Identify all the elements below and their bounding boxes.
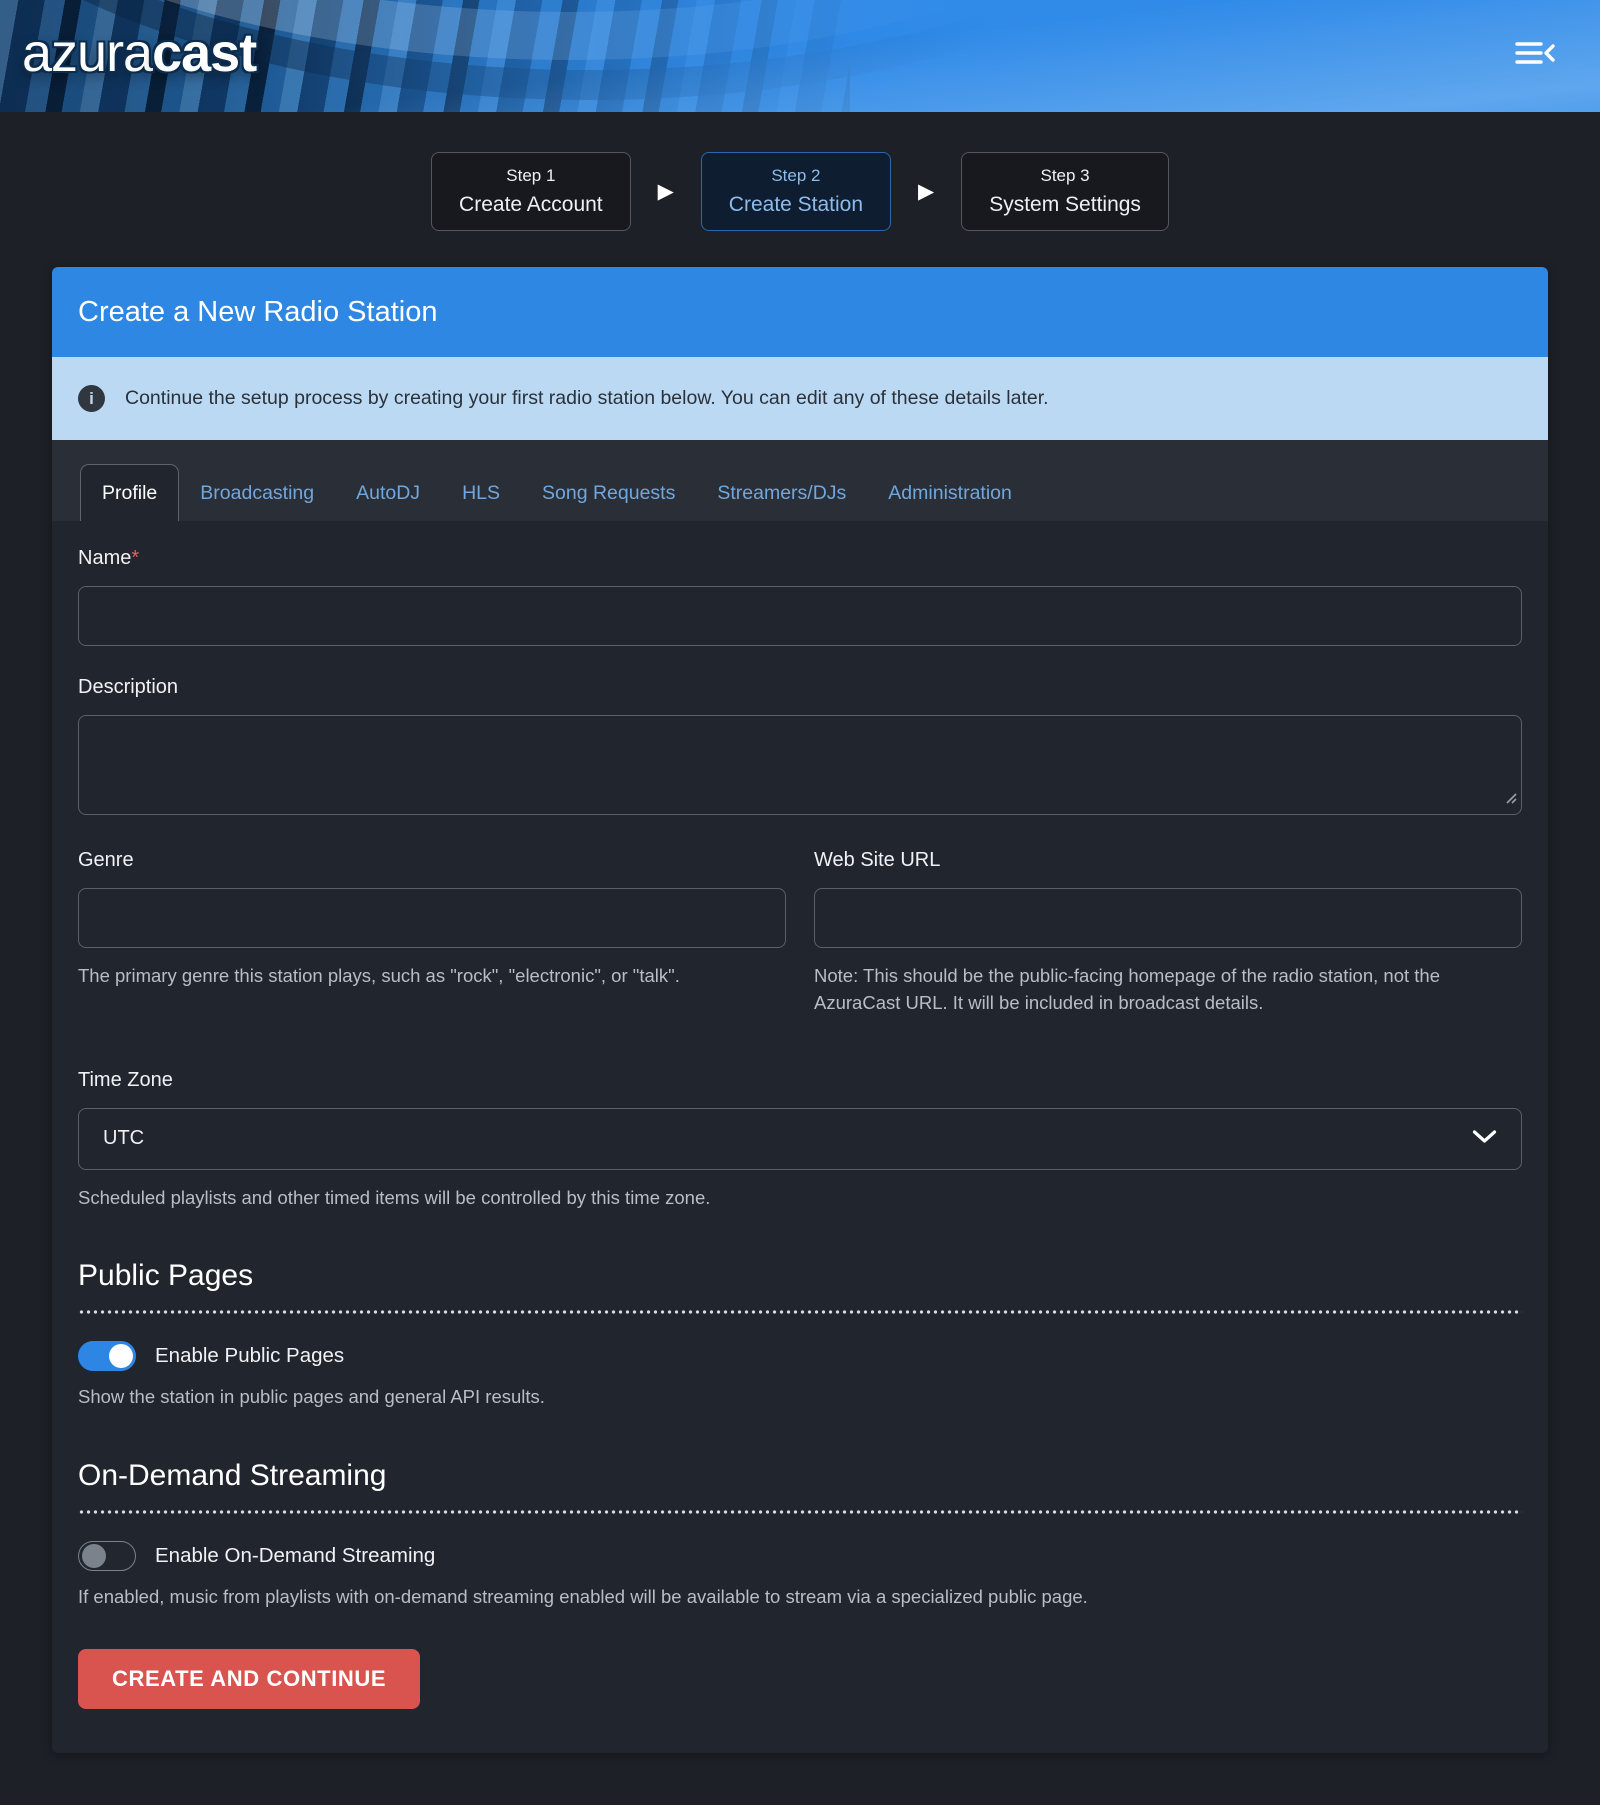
section-divider — [78, 1510, 1522, 1514]
public-pages-toggle-label: Enable Public Pages — [155, 1344, 344, 1368]
genre-help: The primary genre this station plays, su… — [78, 963, 786, 990]
website-url-input[interactable] — [814, 888, 1522, 948]
info-icon: i — [78, 385, 105, 412]
chevron-down-icon — [1472, 1127, 1497, 1150]
setup-card: Create a New Radio Station i Continue th… — [52, 267, 1548, 1753]
public-pages-toggle[interactable] — [78, 1341, 136, 1371]
name-input[interactable] — [78, 586, 1522, 646]
on-demand-toggle[interactable] — [78, 1541, 136, 1571]
tab-hls[interactable]: HLS — [441, 465, 521, 521]
step-item-create-account: Step 1 Create Account — [431, 152, 631, 231]
resize-grip-icon[interactable] — [1503, 790, 1517, 809]
tab-administration[interactable]: Administration — [867, 465, 1033, 521]
tab-autodj[interactable]: AutoDJ — [335, 465, 441, 521]
genre-field-group: Genre The primary genre this station pla… — [78, 849, 786, 1017]
tab-song-requests[interactable]: Song Requests — [521, 465, 696, 521]
page-title: Create a New Radio Station — [78, 296, 437, 329]
step-number: Step 2 — [729, 166, 863, 186]
card-header: Create a New Radio Station — [52, 267, 1548, 357]
description-textarea[interactable] — [78, 715, 1522, 815]
section-divider — [78, 1310, 1522, 1314]
genre-label: Genre — [78, 849, 786, 872]
on-demand-help: If enabled, music from playlists with on… — [78, 1584, 1522, 1611]
toggle-knob — [82, 1544, 106, 1568]
website-url-help: Note: This should be the public-facing h… — [814, 963, 1522, 1017]
step-arrow-icon: ▶ — [658, 181, 674, 202]
step-label: Create Station — [729, 193, 863, 217]
on-demand-heading: On-Demand Streaming — [78, 1459, 1522, 1493]
timezone-help: Scheduled playlists and other timed item… — [78, 1185, 1522, 1212]
website-url-field-group: Web Site URL Note: This should be the pu… — [814, 849, 1522, 1017]
info-banner: i Continue the setup process by creating… — [52, 357, 1548, 440]
info-banner-text: Continue the setup process by creating y… — [125, 387, 1049, 410]
tab-broadcasting[interactable]: Broadcasting — [179, 465, 335, 521]
required-asterisk: * — [131, 547, 139, 569]
toggle-knob — [109, 1344, 133, 1368]
tab-profile[interactable]: Profile — [80, 464, 179, 521]
setup-steps: Step 1 Create Account ▶ Step 2 Create St… — [0, 152, 1600, 231]
step-label: System Settings — [989, 193, 1141, 217]
name-label: Name* — [78, 547, 1522, 570]
step-number: Step 1 — [459, 166, 603, 186]
timezone-select[interactable]: UTC — [78, 1108, 1522, 1170]
timezone-label: Time Zone — [78, 1069, 1522, 1092]
app-header: azuracast — [0, 0, 1600, 112]
profile-tab-panel: Name* Description Genre The primary genr… — [52, 521, 1548, 1753]
description-label: Description — [78, 676, 1522, 699]
tab-bar: Profile Broadcasting AutoDJ HLS Song Req… — [52, 440, 1548, 521]
on-demand-toggle-label: Enable On-Demand Streaming — [155, 1544, 435, 1568]
public-pages-heading: Public Pages — [78, 1259, 1522, 1293]
website-url-label: Web Site URL — [814, 849, 1522, 872]
step-arrow-icon: ▶ — [918, 181, 934, 202]
timezone-selected-value: UTC — [103, 1127, 144, 1150]
public-pages-help: Show the station in public pages and gen… — [78, 1384, 1522, 1411]
create-and-continue-button[interactable]: CREATE AND CONTINUE — [78, 1649, 420, 1709]
step-item-system-settings: Step 3 System Settings — [961, 152, 1169, 231]
genre-input[interactable] — [78, 888, 786, 948]
menu-open-icon[interactable] — [1514, 38, 1556, 68]
step-number: Step 3 — [989, 166, 1141, 186]
tab-streamers-djs[interactable]: Streamers/DJs — [696, 465, 867, 521]
step-label: Create Account — [459, 193, 603, 217]
step-item-create-station: Step 2 Create Station — [701, 152, 891, 231]
azuracast-logo: azuracast — [22, 22, 256, 84]
